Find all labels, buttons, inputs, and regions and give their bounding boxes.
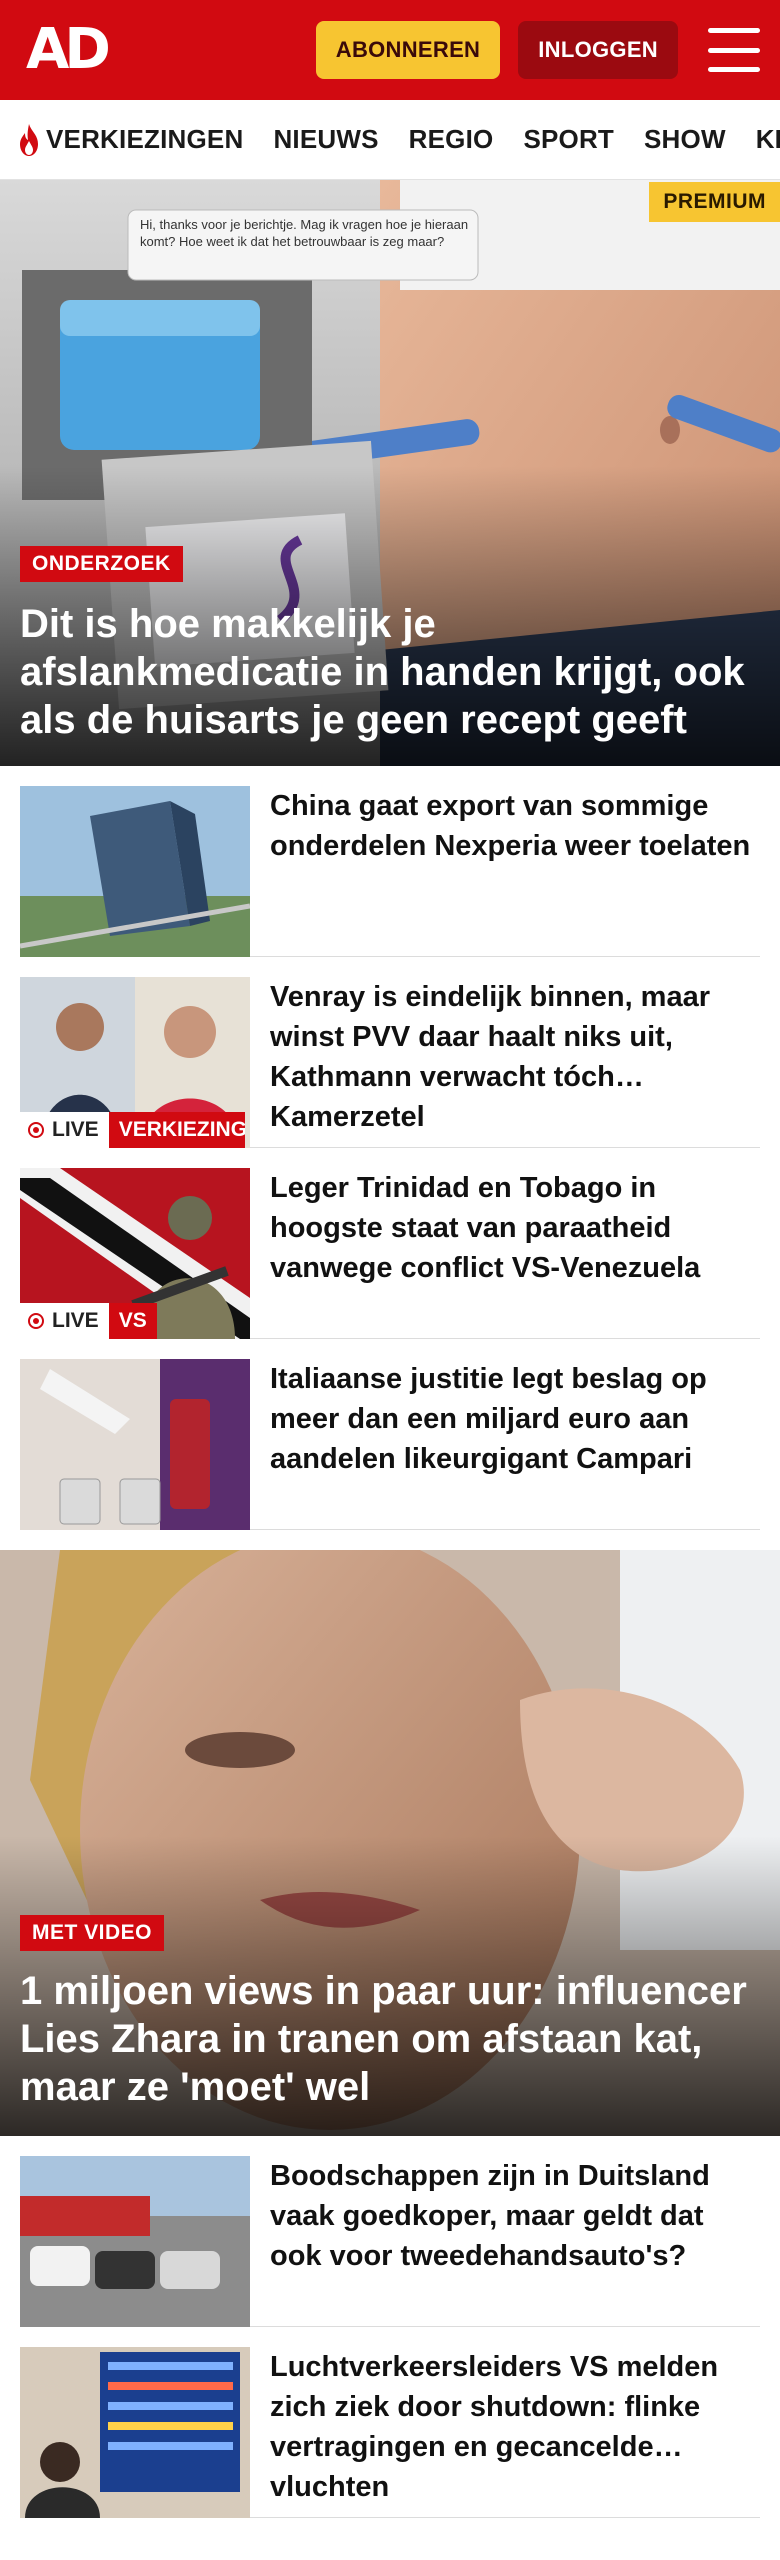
article-thumbnail — [20, 2347, 250, 2518]
site-logo[interactable]: AD — [26, 22, 111, 78]
flame-icon — [20, 123, 38, 156]
article-thumbnail — [20, 2156, 250, 2327]
article-title[interactable]: China gaat export van sommige onderdelen… — [270, 786, 760, 936]
section-nav: VERKIEZINGEN NIEUWS REGIO SPORT SHOW KIJ… — [0, 100, 780, 180]
nav-item-kijk[interactable]: KIJK — [756, 124, 780, 155]
premium-badge: PREMIUM — [649, 182, 780, 222]
list-item[interactable]: Boodschappen zijn in Duitsland vaak goed… — [20, 2136, 760, 2327]
live-dot-icon — [28, 1122, 44, 1138]
subscribe-button[interactable]: ABONNEREN — [315, 21, 501, 79]
nav-item-nieuws[interactable]: NIEUWS — [273, 124, 378, 155]
article-thumbnail — [20, 786, 250, 957]
article-title[interactable]: Leger Trinidad en Tobago in hoogste staa… — [270, 1168, 760, 1318]
live-dot-icon — [28, 1313, 44, 1329]
hero-label: MET VIDEO — [20, 1915, 165, 1951]
article-thumbnail: LIVE VERKIEZINGEN — [20, 977, 250, 1148]
hero-chat-bubble: Hi, thanks voor je berichtje. Mag ik vra… — [140, 217, 469, 249]
hero-title[interactable]: Dit is hoe makkelijk je afslankmedicatie… — [20, 600, 756, 744]
category-badge: VS — [108, 1303, 157, 1339]
login-button[interactable]: INLOGGEN — [518, 21, 678, 79]
hero-title[interactable]: 1 miljoen views in paar uur: influencer … — [20, 1967, 756, 2111]
article-thumbnail: LIVE VS — [20, 1168, 250, 1339]
video-hero-article[interactable]: MET VIDEO 1 miljoen views in paar uur: i… — [0, 1550, 780, 2136]
list-item[interactable]: LIVE VERKIEZINGEN Venray is eindelijk bi… — [20, 957, 760, 1148]
live-tag: LIVE VERKIEZINGEN — [20, 1112, 245, 1148]
list-item[interactable]: China gaat export van sommige onderdelen… — [20, 766, 760, 957]
nav-item-sport[interactable]: SPORT — [523, 124, 614, 155]
list-item[interactable]: Italiaanse justitie legt beslag op meer … — [20, 1339, 760, 1530]
article-title[interactable]: Luchtverkeersleiders VS melden zich ziek… — [270, 2347, 760, 2497]
article-title[interactable]: Italiaanse justitie legt beslag op meer … — [270, 1359, 760, 1509]
list-item[interactable]: LIVE VS Leger Trinidad en Tobago in hoog… — [20, 1148, 760, 1339]
nav-item-show[interactable]: SHOW — [644, 124, 726, 155]
article-thumbnail — [20, 1359, 250, 1530]
menu-icon[interactable] — [708, 28, 760, 72]
article-list: Boodschappen zijn in Duitsland vaak goed… — [0, 2136, 780, 2518]
nav-item-regio[interactable]: REGIO — [409, 124, 494, 155]
article-title[interactable]: Boodschappen zijn in Duitsland vaak goed… — [270, 2156, 760, 2306]
nav-item-verkiezingen[interactable]: VERKIEZINGEN — [16, 123, 243, 157]
list-item[interactable]: Luchtverkeersleiders VS melden zich ziek… — [20, 2327, 760, 2518]
article-list: China gaat export van sommige onderdelen… — [0, 766, 780, 1530]
live-tag: LIVE VS — [20, 1303, 157, 1339]
category-badge: VERKIEZINGEN — [108, 1112, 245, 1148]
top-header: AD ABONNEREN INLOGGEN — [0, 0, 780, 100]
article-title[interactable]: Venray is eindelijk binnen, maar winst P… — [270, 977, 760, 1127]
hero-label: ONDERZOEK — [20, 546, 183, 582]
hero-article[interactable]: Hi, thanks voor je berichtje. Mag ik vra… — [0, 180, 780, 766]
nav-label: VERKIEZINGEN — [46, 124, 244, 154]
